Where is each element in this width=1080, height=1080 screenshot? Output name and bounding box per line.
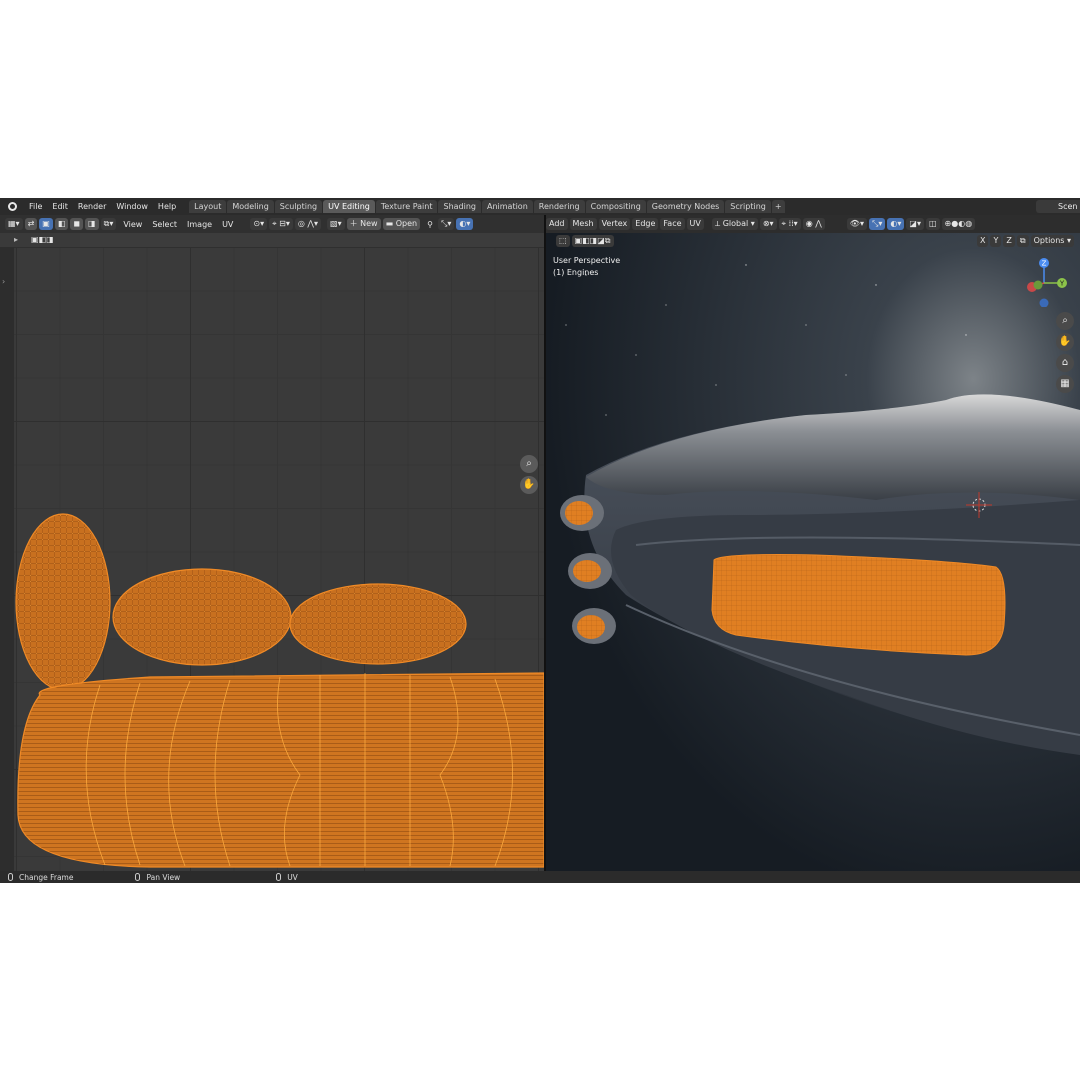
- status-uv: UV: [276, 873, 298, 882]
- scene-selector[interactable]: Scen: [1036, 200, 1080, 213]
- viewport-overlay-icon[interactable]: ◐▾: [887, 218, 905, 230]
- viewport-menu-add[interactable]: Add: [546, 218, 568, 230]
- select-tool-icon[interactable]: ⬚: [556, 234, 570, 247]
- axis-y-toggle[interactable]: Y: [990, 234, 1002, 247]
- tab-modeling[interactable]: Modeling: [227, 200, 274, 213]
- scene-label: Scen: [1058, 202, 1078, 211]
- navigation-gizmo[interactable]: Z Y: [1020, 257, 1070, 307]
- status-bar: Change Frame Pan View UV: [0, 871, 1080, 883]
- add-workspace-button[interactable]: +: [771, 200, 785, 213]
- uv-pan-icon[interactable]: ✋: [520, 476, 538, 494]
- viewport-gizmo-icon[interactable]: ⤡▾: [868, 218, 886, 230]
- viewport-info: User Perspective (1) Engines: [553, 255, 620, 279]
- status-change-frame-label: Change Frame: [19, 872, 74, 882]
- gizmo-z-label: Z: [1042, 260, 1047, 268]
- axis-z-toggle[interactable]: Z: [1003, 234, 1015, 247]
- mouse-right-icon: [276, 873, 282, 881]
- proportional-editing-icon[interactable]: ◉ ⋀: [802, 218, 825, 230]
- status-pan-view-label: Pan View: [146, 872, 181, 882]
- tab-geometry-nodes[interactable]: Geometry Nodes: [646, 200, 725, 213]
- snap-toggle-icon[interactable]: ⌖ ⁞⁞▾: [778, 218, 801, 230]
- tab-layout[interactable]: Layout: [189, 200, 227, 213]
- toggle-perspective-icon[interactable]: ▦: [1056, 375, 1074, 393]
- xray-icon[interactable]: ◫: [925, 218, 940, 230]
- gizmo-z-neg-icon[interactable]: [1039, 298, 1049, 308]
- uv-editor[interactable]: ▦▾ ⇄ ▣ ◧ ◼ ◨ ⧉▾ View Select Image UV ⊙▾ …: [0, 215, 544, 871]
- status-uv-label: UV: [287, 872, 298, 882]
- tab-compositing[interactable]: Compositing: [585, 200, 646, 213]
- viewport-header: Add Mesh Vertex Edge Face UV ⟂ Global ▾ …: [546, 215, 1080, 233]
- perspective-label: User Perspective: [553, 256, 621, 265]
- options-dropdown[interactable]: Options ▾: [1030, 234, 1074, 247]
- tab-animation[interactable]: Animation: [481, 200, 533, 213]
- uv-island-large[interactable]: [17, 672, 544, 868]
- engine-1-mesh[interactable]: [565, 501, 593, 525]
- viewport-menu-face[interactable]: Face: [660, 218, 685, 230]
- tab-scripting[interactable]: Scripting: [725, 200, 771, 213]
- blender-logo-icon[interactable]: [6, 200, 20, 214]
- status-change-frame: Change Frame: [8, 873, 73, 882]
- visibility-icon[interactable]: 👁▾: [846, 218, 867, 230]
- menu-render[interactable]: Render: [78, 202, 106, 211]
- viewport-menu-vertex[interactable]: Vertex: [598, 218, 631, 230]
- mirror-toggle-icon[interactable]: ⧉: [1016, 234, 1029, 247]
- uv-zoom-icon[interactable]: ⌕: [520, 455, 538, 473]
- gizmo-y-label: Y: [1059, 280, 1065, 288]
- options-label: Options: [1033, 235, 1065, 245]
- 3d-viewport[interactable]: Add Mesh Vertex Edge Face UV ⟂ Global ▾ …: [546, 215, 1080, 871]
- status-pan-view: Pan View: [135, 873, 180, 882]
- transform-orientation-dropdown[interactable]: ⟂ Global ▾: [711, 218, 758, 230]
- pivot-point-icon[interactable]: ⊗▾: [759, 218, 777, 230]
- tab-uv-editing[interactable]: UV Editing: [323, 200, 375, 213]
- tab-texture-paint[interactable]: Texture Paint: [375, 200, 438, 213]
- engine-3-mesh[interactable]: [577, 615, 605, 639]
- mouse-left-icon: [8, 873, 13, 881]
- uv-island-right[interactable]: [289, 583, 467, 665]
- viewport-subheader: ⬚ ▣◧◨◪⧉ X Y Z ⧉ Options ▾: [546, 233, 1080, 248]
- top-bar: File Edit Render Window Help Layout Mode…: [0, 198, 1080, 215]
- menu-help[interactable]: Help: [158, 202, 176, 211]
- shading-modes-icon[interactable]: ⊕●◐◍: [941, 218, 976, 230]
- uv-island-middle[interactable]: [112, 568, 292, 666]
- viewport-scene: [546, 215, 1080, 871]
- transform-orientation-label: Global: [722, 219, 749, 228]
- tab-shading[interactable]: Shading: [438, 200, 481, 213]
- select-mode-icons[interactable]: ▣◧◨◪⧉: [571, 234, 614, 247]
- viewport-pan-icon[interactable]: ✋: [1056, 333, 1074, 351]
- active-object-label: (1) Engines: [553, 268, 599, 277]
- mouse-middle-icon: [135, 873, 141, 881]
- blender-window: File Edit Render Window Help Layout Mode…: [0, 198, 1080, 883]
- camera-view-icon[interactable]: ⌂: [1056, 354, 1074, 372]
- tab-rendering[interactable]: Rendering: [533, 200, 585, 213]
- tab-sculpting[interactable]: Sculpting: [274, 200, 323, 213]
- viewport-menu-edge[interactable]: Edge: [632, 218, 659, 230]
- viewport-zoom-icon[interactable]: ⌕: [1056, 312, 1074, 330]
- menu-file[interactable]: File: [29, 202, 42, 211]
- axis-x-toggle[interactable]: X: [976, 234, 989, 247]
- viewport-menu-mesh[interactable]: Mesh: [569, 218, 597, 230]
- menu-window[interactable]: Window: [116, 202, 148, 211]
- uv-island-tall[interactable]: [15, 513, 111, 691]
- engine-2-mesh[interactable]: [573, 560, 601, 582]
- menu-edit[interactable]: Edit: [52, 202, 68, 211]
- gizmo-y-neg-icon[interactable]: [1033, 280, 1043, 290]
- viewport-menu-uv[interactable]: UV: [686, 218, 704, 230]
- main-menu: File Edit Render Window Help: [24, 202, 181, 211]
- workspace-tabs: Layout Modeling Sculpting UV Editing Tex…: [189, 198, 785, 215]
- mesh-edit-overlay-icon[interactable]: ◪▾: [906, 218, 924, 230]
- uv-islands[interactable]: [0, 215, 544, 871]
